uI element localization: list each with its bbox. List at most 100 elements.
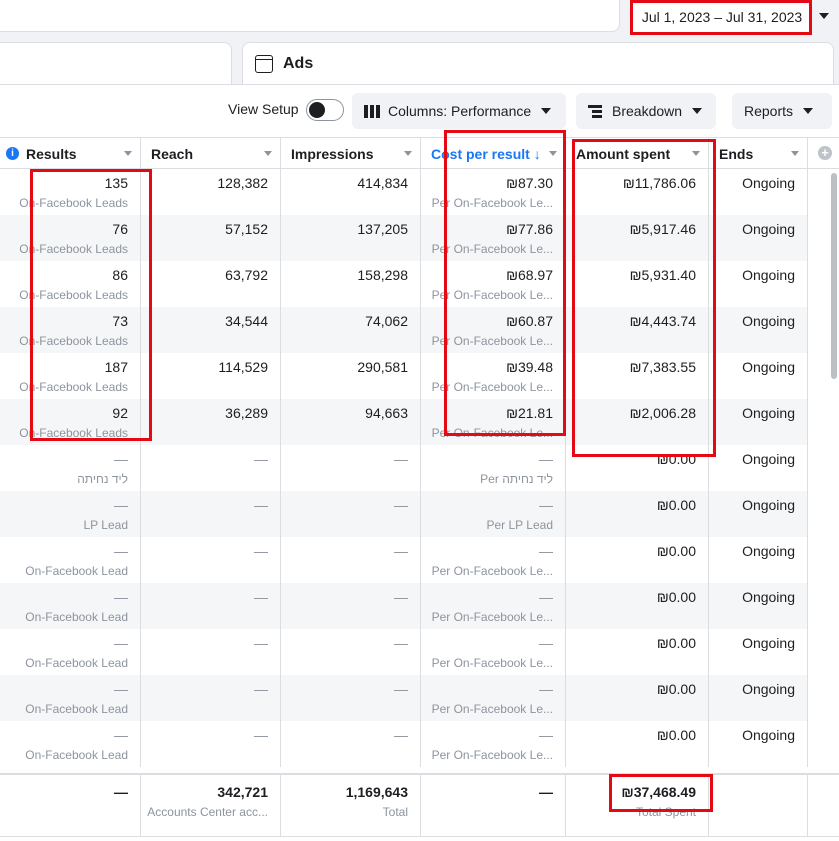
cell-value: 36,289 (225, 405, 268, 421)
search-box[interactable] (0, 0, 620, 32)
cell-spent: ₪5,931.40 (566, 261, 709, 307)
cell-spent: ₪0.00 (566, 445, 709, 491)
column-header-impressions[interactable]: Impressions (281, 138, 421, 169)
totals-row: — 342,721 Accounts Center acc... 1,169,6… (0, 773, 839, 837)
info-icon[interactable]: i (6, 147, 19, 160)
breakdown-icon (588, 104, 602, 118)
cell-spent: ₪0.00 (566, 629, 709, 675)
cell-value: — (114, 497, 128, 513)
cell-caption: On-Facebook Leads (19, 334, 128, 348)
column-header-amount-spent[interactable]: Amount spent (566, 138, 709, 169)
cell-value: ₪7,383.55 (629, 359, 696, 375)
cell-value: 137,205 (357, 221, 408, 237)
table-row[interactable]: 135 On-Facebook Leads 128,382 414,834 ₪87.30… (0, 169, 808, 215)
cell-value: Ongoing (742, 359, 795, 375)
cell-caption: Per On-Facebook Le... (431, 748, 553, 762)
cell-caption: Per On-Facebook Le... (431, 656, 553, 670)
sort-caret-icon[interactable] (692, 151, 700, 156)
cell-value: ₪68.97 (506, 267, 553, 283)
cell-caption: Per On-Facebook Le... (431, 334, 553, 348)
cell-value: — (394, 451, 408, 467)
cell-reach: 128,382 (141, 169, 281, 215)
cell-reach: 57,152 (141, 215, 281, 261)
cell-cpr: ₪60.87 Per On-Facebook Le... (421, 307, 566, 353)
chevron-down-icon (819, 13, 829, 19)
cell-value: Ongoing (742, 267, 795, 283)
tab-ads[interactable]: Ads (242, 42, 834, 84)
cell-results: 187 On-Facebook Leads (0, 353, 141, 399)
cell-value: ₪0.00 (656, 589, 696, 605)
table-row[interactable]: — On-Facebook Lead — — — Per On-Facebook Le..… (0, 629, 808, 675)
cell-results: 135 On-Facebook Leads (0, 169, 141, 215)
sort-caret-icon[interactable] (791, 151, 799, 156)
cell-value: — (254, 543, 268, 559)
cell-value: — (114, 635, 128, 651)
view-setup-toggle[interactable] (306, 99, 344, 121)
cell-spent: ₪0.00 (566, 721, 709, 767)
add-column-icon[interactable]: + (818, 146, 832, 160)
cell-value: — (539, 589, 553, 605)
cell-value: Ongoing (742, 313, 795, 329)
date-range-dropdown[interactable] (814, 4, 834, 28)
column-header-reach[interactable]: Reach (141, 138, 281, 169)
cell-ends: Ongoing (709, 629, 808, 675)
column-header-label: Ends (719, 145, 754, 162)
table-row[interactable]: — On-Facebook Lead — — — Per On-Facebook Le..… (0, 721, 808, 767)
cell-spent: ₪5,917.46 (566, 215, 709, 261)
tab-ad-sets[interactable] (0, 42, 232, 84)
columns-button[interactable]: Columns: Performance (352, 93, 566, 129)
sort-caret-icon[interactable] (549, 151, 557, 156)
table-scrollbar[interactable] (830, 169, 839, 771)
table-row[interactable]: — On-Facebook Lead — — — Per On-Facebook Le..… (0, 537, 808, 583)
sort-caret-icon[interactable] (404, 151, 412, 156)
total-results: — (0, 775, 141, 837)
sort-caret-icon[interactable] (264, 151, 272, 156)
cell-caption: Per ליד נחיתה (480, 472, 553, 486)
cell-caption: On-Facebook Leads (19, 288, 128, 302)
cell-caption: Per On-Facebook Le... (431, 288, 553, 302)
chevron-down-icon (692, 108, 703, 114)
breakdown-button[interactable]: Breakdown (576, 93, 716, 129)
cell-reach: — (141, 445, 281, 491)
cell-caption: Per On-Facebook Le... (431, 610, 553, 624)
tab-ads-label: Ads (283, 54, 314, 72)
table-row[interactable]: — On-Facebook Lead — — — Per On-Facebook Le..… (0, 675, 808, 721)
date-range-picker[interactable]: Jul 1, 2023 – Jul 31, 2023 (633, 2, 811, 32)
cell-spent: ₪0.00 (566, 537, 709, 583)
cell-caption: Per On-Facebook Le... (431, 242, 553, 256)
table-row[interactable]: 73 On-Facebook Leads 34,544 74,062 ₪60.87 Per… (0, 307, 808, 353)
cell-results: — On-Facebook Lead (0, 537, 141, 583)
column-header-results[interactable]: i Results (0, 138, 141, 169)
cell-cpr: — Per On-Facebook Le... (421, 537, 566, 583)
reports-button[interactable]: Reports (732, 93, 832, 129)
breakdown-button-label: Breakdown (612, 103, 683, 119)
cell-value: — (394, 727, 408, 743)
reports-button-label: Reports (744, 103, 794, 119)
cell-impressions: 414,834 (281, 169, 421, 215)
cell-impressions: 290,581 (281, 353, 421, 399)
cell-value: — (539, 451, 553, 467)
sort-caret-icon[interactable] (124, 151, 132, 156)
cell-value: ₪11,786.06 (622, 175, 696, 191)
column-header-ends[interactable]: Ends (709, 138, 808, 169)
table-row[interactable]: 76 On-Facebook Leads 57,152 137,205 ₪77.86 Pe… (0, 215, 808, 261)
scrollbar-thumb[interactable] (831, 173, 837, 379)
table-row[interactable]: — On-Facebook Lead — — — Per On-Facebook Le..… (0, 583, 808, 629)
cell-value: 86 (112, 267, 128, 283)
cell-ends: Ongoing (709, 215, 808, 261)
table-row[interactable]: 187 On-Facebook Leads 114,529 290,581 ₪39.48… (0, 353, 808, 399)
cell-value: 76 (112, 221, 128, 237)
table-row[interactable]: 92 On-Facebook Leads 36,289 94,663 ₪21.81 Per… (0, 399, 808, 445)
table-row[interactable]: — ליד נחיתה — — — Per ליד נחיתה ₪0.00 Ongoing (0, 445, 808, 491)
cell-results: — LP Lead (0, 491, 141, 537)
date-range-label: Jul 1, 2023 – Jul 31, 2023 (641, 9, 803, 25)
cell-results: — On-Facebook Lead (0, 629, 141, 675)
cell-caption: LP Lead (83, 518, 129, 532)
cell-ends: Ongoing (709, 721, 808, 767)
column-header-cost-per-result[interactable]: Cost per result ↓ (421, 138, 566, 169)
cell-value: Ongoing (742, 497, 795, 513)
table-row[interactable]: — LP Lead — — — Per LP Lead ₪0.00 Ongoing (0, 491, 808, 537)
cell-value: 94,663 (365, 405, 408, 421)
table-row[interactable]: 86 On-Facebook Leads 63,792 158,298 ₪68.97 Pe… (0, 261, 808, 307)
cell-cpr: ₪21.81 Per On-Facebook Le... (421, 399, 566, 445)
